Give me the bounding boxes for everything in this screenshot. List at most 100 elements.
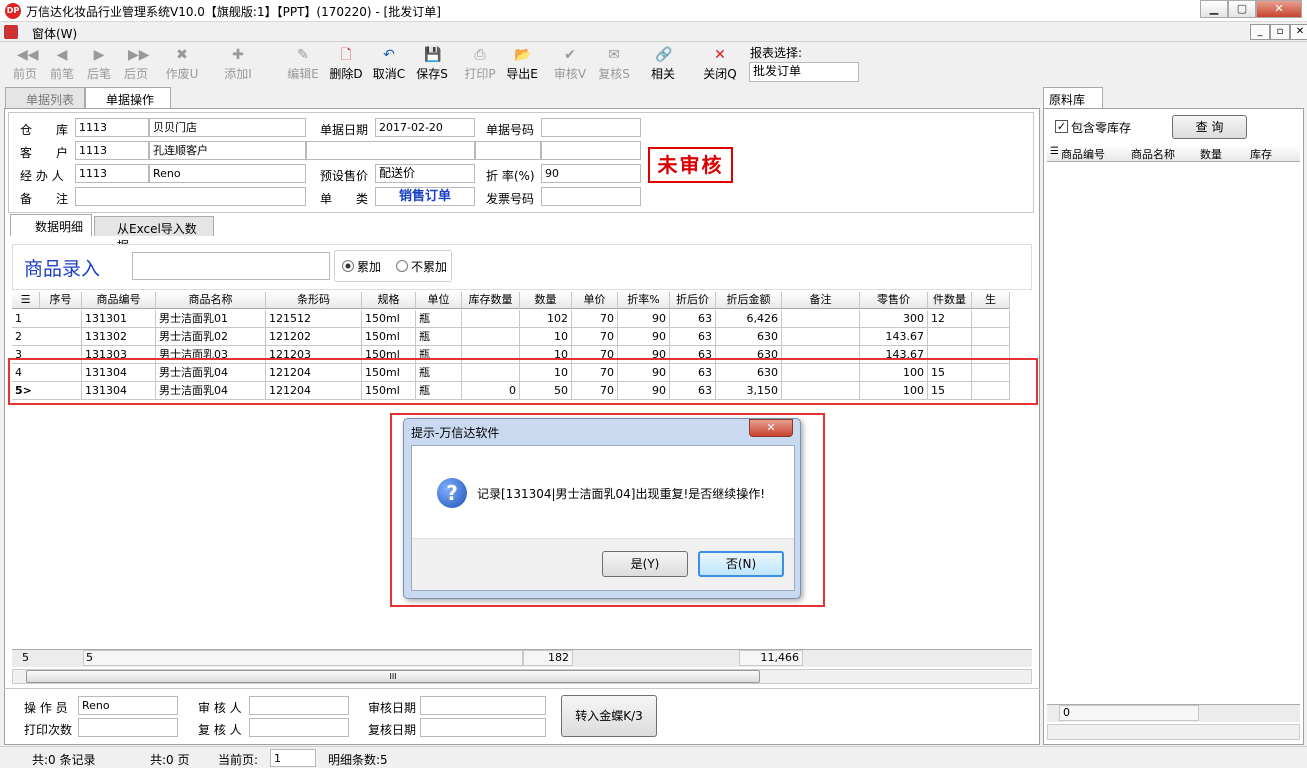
question-icon: ? (437, 478, 467, 508)
handler-code-field[interactable]: 1113 (75, 164, 149, 183)
stock-query-button[interactable]: 查 询 (1172, 115, 1247, 139)
customer-extra-field[interactable] (306, 141, 475, 160)
report-select[interactable]: 批发订单 (749, 62, 859, 82)
warehouse-name-field[interactable]: 贝贝门店 (149, 118, 306, 137)
close-form-button[interactable]: ✕ 关闭Q (700, 45, 740, 85)
table-cell[interactable]: 143.67 (860, 328, 928, 346)
radio-accumulate[interactable] (342, 260, 354, 272)
table-cell[interactable]: 131301 (82, 310, 156, 328)
table-cell[interactable]: 131302 (82, 328, 156, 346)
cancel-button[interactable]: ↶ 取消C (369, 45, 409, 85)
table-cell[interactable] (462, 310, 520, 328)
dialog-no-button[interactable]: 否(N) (698, 551, 784, 577)
menu-form[interactable]: 窗体(W) (32, 25, 77, 42)
delete-button[interactable]: 🗋 删除D (326, 45, 366, 85)
table-cell[interactable]: 121202 (266, 328, 362, 346)
doc-number-field[interactable] (541, 118, 641, 137)
stock-scrollbar[interactable] (1047, 724, 1300, 740)
table-cell[interactable]: 150ml (362, 310, 416, 328)
operator-field[interactable]: Reno (78, 696, 178, 715)
prev-record-button[interactable]: ◀ 前笔 (43, 45, 81, 85)
date-field[interactable]: 2017-02-20 (375, 118, 475, 137)
table-cell[interactable]: 300 (860, 310, 928, 328)
table-cell[interactable]: 63 (670, 328, 716, 346)
table-cell[interactable]: 630 (716, 328, 782, 346)
export-button[interactable]: 📂 导出E (502, 45, 542, 85)
blank-field-a[interactable] (475, 141, 541, 160)
table-cell[interactable]: 70 (572, 328, 618, 346)
table-cell[interactable]: 6,426 (716, 310, 782, 328)
table-cell[interactable]: 70 (572, 310, 618, 328)
blank-field-b[interactable] (541, 141, 641, 160)
minimize-button[interactable]: ▁ (1200, 0, 1228, 18)
print-count-field[interactable] (78, 718, 178, 737)
audit-icon: ✔ (564, 47, 576, 63)
table-cell[interactable] (462, 328, 520, 346)
handler-name-field[interactable]: Reno (149, 164, 306, 183)
mdi-minimize-button[interactable]: _ (1250, 24, 1270, 40)
dialog-close-button[interactable]: ✕ (749, 419, 793, 437)
table-cell[interactable]: 63 (670, 310, 716, 328)
save-button[interactable]: 💾 保存S (412, 45, 452, 85)
table-cell[interactable]: 150ml (362, 328, 416, 346)
table-cell[interactable] (782, 328, 860, 346)
product-entry-input[interactable] (132, 252, 330, 280)
review-date-field[interactable] (420, 718, 546, 737)
preset-price-select[interactable]: 配送价 (375, 164, 475, 183)
close-button[interactable]: ✕ (1256, 0, 1302, 18)
table-cell[interactable]: 男士洁面乳02 (156, 328, 266, 346)
include-zero-checkbox[interactable]: ✓ (1055, 120, 1068, 133)
table-cell[interactable]: 90 (618, 310, 670, 328)
review-button[interactable]: ✉ 复核S (594, 45, 634, 85)
warehouse-code-field[interactable]: 1113 (75, 118, 149, 137)
table-cell[interactable] (928, 328, 972, 346)
mdi-restore-button[interactable]: ▫ (1270, 24, 1290, 40)
mdi-close-button[interactable]: ✕ (1290, 24, 1307, 40)
edit-button[interactable]: ✎ 编辑E (281, 45, 325, 85)
discount-field[interactable]: 90 (541, 164, 641, 183)
invoice-field[interactable] (541, 187, 641, 206)
add-button[interactable]: ✚ 添加I (216, 45, 260, 85)
audit-date-field[interactable] (420, 696, 546, 715)
tab-document-list[interactable]: 单据列表 (5, 87, 85, 109)
customer-name-field[interactable]: 孔连顺客户 (149, 141, 306, 160)
transfer-k3-button[interactable]: 转入金蝶K/3 (561, 695, 657, 737)
last-page-button[interactable]: ▶▶ 后页 (117, 45, 155, 85)
customer-code-field[interactable]: 1113 (75, 141, 149, 160)
first-page-button[interactable]: ◀◀ 前页 (6, 45, 44, 85)
table-cell[interactable] (782, 310, 860, 328)
auditor-field[interactable] (249, 696, 349, 715)
related-button[interactable]: 🔗 相关 (644, 45, 682, 85)
warehouse-label: 仓 库 (20, 123, 69, 137)
tab-stock[interactable]: 原料库存 (1043, 87, 1103, 124)
grid-col-header: 折率% (618, 292, 670, 309)
tab-excel-import[interactable]: 从Excel导入数据 (94, 216, 214, 253)
doc-type-field[interactable]: 销售订单 (375, 187, 475, 206)
maximize-button[interactable]: ▢ (1228, 0, 1256, 18)
next-record-button[interactable]: ▶ 后笔 (80, 45, 118, 85)
tab-document-edit[interactable]: 单据操作 (85, 87, 171, 110)
auditor-label: 审 核 人 (198, 701, 242, 715)
void-button[interactable]: ✖ 作废U (160, 45, 204, 85)
table-cell[interactable]: 瓶 (416, 310, 462, 328)
print-button[interactable]: ⎙ 打印P (460, 45, 500, 85)
audit-button[interactable]: ✔ 审核V (550, 45, 590, 85)
table-cell[interactable]: 10 (520, 328, 572, 346)
table-cell[interactable]: 男士洁面乳01 (156, 310, 266, 328)
grid-col-header: 商品名称 (156, 292, 266, 309)
current-page-input[interactable]: 1 (270, 749, 316, 767)
remark-field[interactable] (75, 187, 306, 206)
table-cell[interactable]: 121512 (266, 310, 362, 328)
stock-footer-value: 0 (1059, 705, 1199, 721)
window-title: 万信达化妆品行业管理系统V10.0【旗舰版:1】【PPT】(170220) - … (26, 5, 441, 19)
table-cell[interactable]: 12 (928, 310, 972, 328)
reviewer-field[interactable] (249, 718, 349, 737)
table-cell[interactable]: 90 (618, 328, 670, 346)
tab-data-detail[interactable]: 数据明细 (10, 214, 92, 236)
radio-no-accumulate[interactable] (396, 260, 408, 272)
table-cell[interactable]: 102 (520, 310, 572, 328)
table-cell[interactable]: 瓶 (416, 328, 462, 346)
scrollbar-thumb[interactable]: III (26, 670, 760, 683)
print-icon: ⎙ (474, 47, 486, 63)
dialog-yes-button[interactable]: 是(Y) (602, 551, 688, 577)
